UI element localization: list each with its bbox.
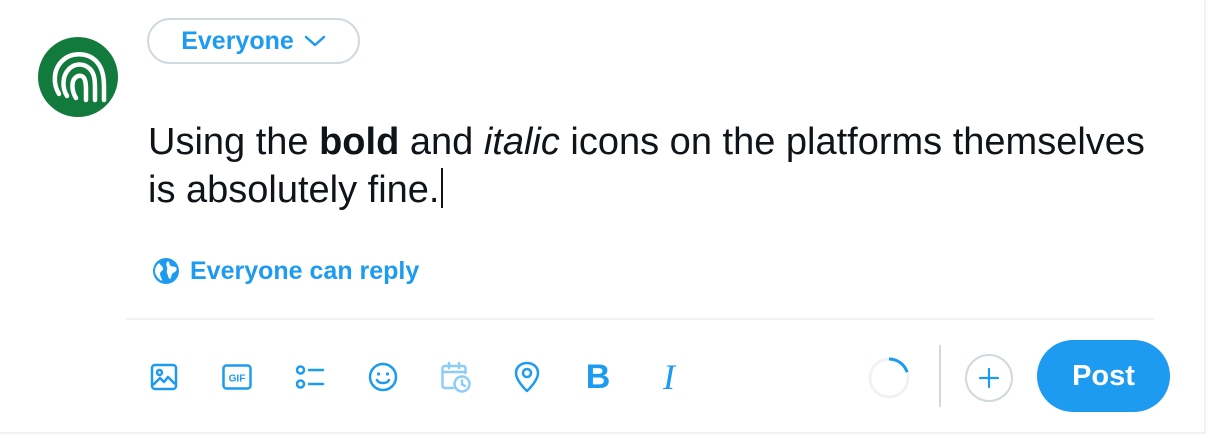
tweet-text-area[interactable]: Using the bold and italic icons on the p… xyxy=(148,118,1148,214)
emoji-icon xyxy=(368,362,398,392)
italic-icon: I xyxy=(663,357,675,397)
avatar[interactable] xyxy=(38,37,118,117)
audience-label: Everyone xyxy=(181,26,294,55)
location-icon xyxy=(514,361,540,393)
image-icon xyxy=(150,363,178,391)
bold-button[interactable]: B xyxy=(579,358,617,396)
gif-icon: GIF xyxy=(222,364,252,390)
tag-location-button[interactable] xyxy=(508,358,546,396)
tweet-text-segment-italic: italic xyxy=(483,121,560,163)
bold-icon: B xyxy=(585,357,611,396)
italic-button[interactable]: I xyxy=(650,357,688,397)
tweet-text-segment-bold: bold xyxy=(319,121,400,163)
add-media-button[interactable] xyxy=(145,358,183,396)
globe-icon xyxy=(153,258,179,284)
audience-selector[interactable]: Everyone xyxy=(147,18,360,64)
reply-setting-button[interactable]: Everyone can reply xyxy=(152,254,419,288)
tweet-text-segment-normal: and xyxy=(399,121,484,163)
character-count-progress xyxy=(868,357,910,399)
add-post-button[interactable] xyxy=(965,354,1013,402)
fingerprint-logo-icon xyxy=(52,52,107,103)
add-gif-button[interactable]: GIF xyxy=(218,358,256,396)
schedule-icon xyxy=(441,361,471,393)
post-button[interactable]: Post xyxy=(1037,340,1170,412)
schedule-button[interactable] xyxy=(437,358,475,396)
gif-label: GIF xyxy=(229,374,246,385)
poll-icon xyxy=(295,365,325,389)
chevron-down-icon xyxy=(304,35,326,47)
add-emoji-button[interactable] xyxy=(364,358,402,396)
plus-icon xyxy=(978,367,1000,389)
reply-setting-label: Everyone can reply xyxy=(190,256,420,285)
toolbar-separator xyxy=(939,345,941,407)
tweet-text-segment-normal: Using the xyxy=(148,121,320,163)
text-cursor xyxy=(440,168,443,208)
divider xyxy=(126,318,1154,320)
add-poll-button[interactable] xyxy=(291,358,329,396)
